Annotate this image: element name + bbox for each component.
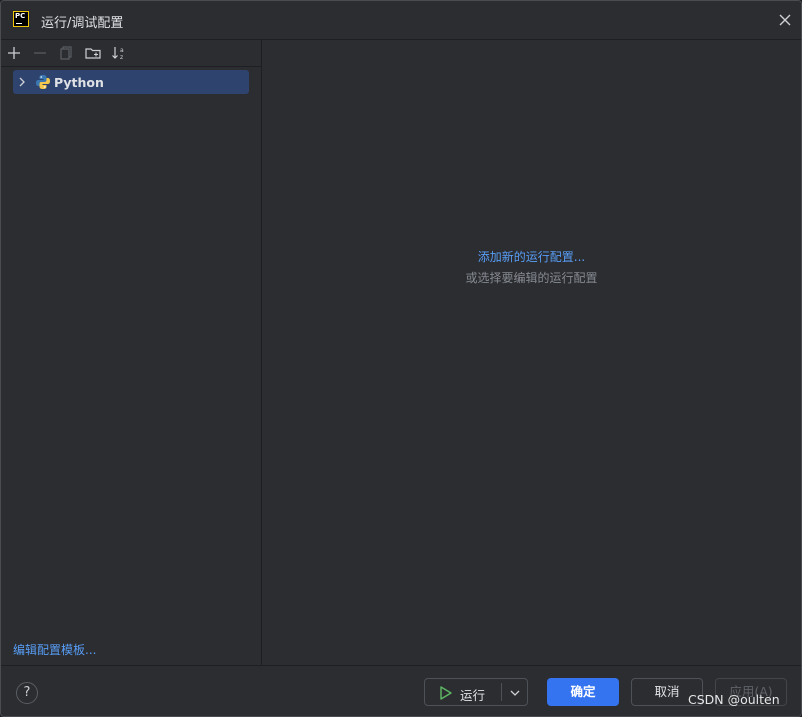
ok-button[interactable]: 确定 — [547, 678, 619, 706]
chevron-right-icon[interactable] — [17, 76, 27, 91]
sort-alpha-icon[interactable]: az — [110, 44, 128, 62]
config-tree-pane: az Python 编辑配置模板... — [1, 40, 262, 665]
help-button[interactable]: ? — [16, 682, 38, 704]
chevron-down-icon[interactable] — [509, 687, 521, 701]
tree-item-label: Python — [54, 75, 104, 90]
config-details-pane: 添加新的运行配置... 或选择要编辑的运行配置 — [262, 40, 801, 665]
dialog-title: 运行/调试配置 — [41, 16, 124, 31]
play-icon — [439, 685, 453, 704]
plus-icon[interactable] — [5, 44, 23, 62]
pycharm-logo-icon: PC — [13, 11, 29, 27]
svg-text:z: z — [120, 54, 123, 61]
tree-item-python[interactable]: Python — [13, 70, 249, 94]
run-button-label: 运行 — [460, 688, 486, 703]
close-icon[interactable] — [775, 10, 795, 30]
tree-toolbar: az — [1, 40, 261, 67]
new-folder-icon[interactable] — [84, 44, 102, 62]
dialog-footer: ? 运行 确定 取消 应用(A) — [1, 665, 801, 716]
python-icon — [35, 74, 51, 93]
edit-templates-link[interactable]: 编辑配置模板... — [13, 641, 96, 658]
add-new-config-link[interactable]: 添加新的运行配置... — [262, 248, 801, 265]
run-button[interactable]: 运行 — [424, 678, 528, 706]
select-config-hint: 或选择要编辑的运行配置 — [465, 271, 598, 285]
run-debug-config-dialog: PC 运行/调试配置 az Python 编辑配置模板... 添加新的运行配置.… — [0, 0, 802, 717]
minus-icon[interactable] — [31, 44, 49, 62]
watermark: CSDN @oulten — [688, 692, 780, 707]
title-bar: PC 运行/调试配置 — [1, 1, 801, 40]
run-button-divider — [501, 683, 502, 701]
svg-text:a: a — [120, 47, 124, 54]
copy-icon[interactable] — [57, 44, 75, 62]
